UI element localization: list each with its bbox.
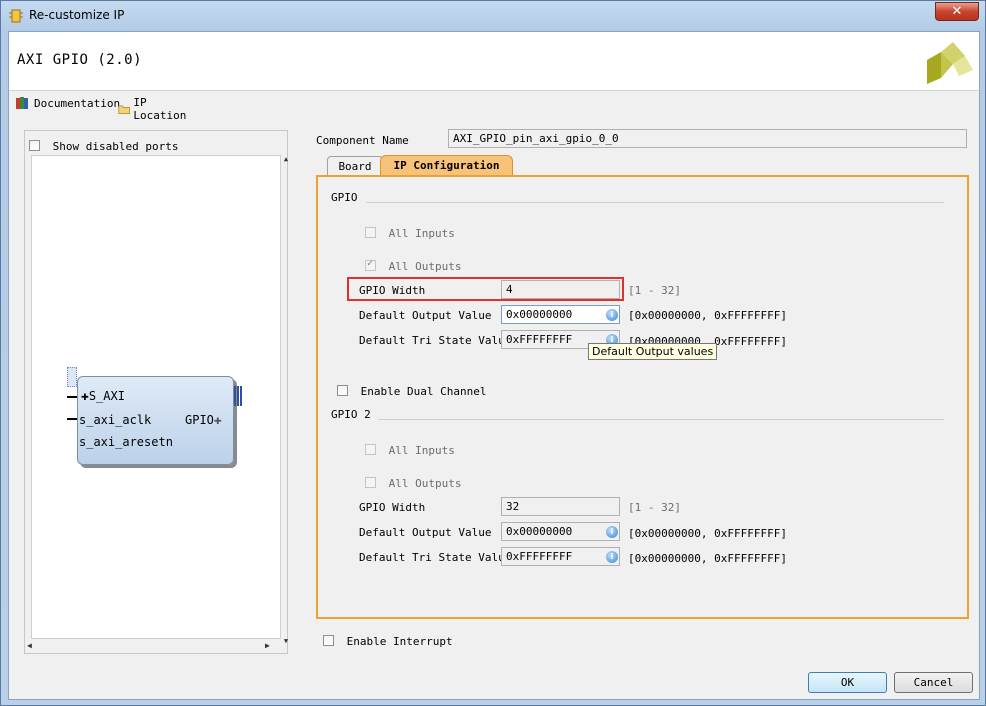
header-band: AXI GPIO (2.0) (9, 32, 979, 91)
ip-location-label: IP Location (133, 96, 187, 122)
all-outputs-checkbox[interactable] (365, 477, 376, 488)
horizontal-scrollbar[interactable]: ◀ ▶ (25, 639, 275, 653)
tooltip: Default Output values (588, 343, 718, 360)
aclk-wire (67, 396, 77, 398)
aresetn-wire (67, 418, 77, 420)
all-outputs-checkbox[interactable]: ✓ (365, 258, 376, 271)
all-inputs-label: All Inputs (388, 444, 455, 457)
gpio2-width-input[interactable]: 32 (501, 497, 620, 516)
gpio-port[interactable]: GPIO✚ (185, 413, 222, 428)
show-disabled-ports-label: Show disabled ports (52, 140, 179, 153)
s-axi-port[interactable]: ✚S_AXI (81, 389, 125, 404)
folder-icon (118, 105, 131, 115)
documentation-link[interactable]: Documentation (15, 96, 120, 110)
ip-chip-icon (9, 9, 23, 23)
default-output-range: [0x00000000, 0xFFFFFFFF] (628, 309, 787, 322)
window-title: Re-customize IP (29, 8, 125, 22)
gpio2-width-range: [1 - 32] (628, 501, 681, 514)
cancel-button[interactable]: Cancel (894, 672, 973, 693)
all-outputs-label: All Outputs (388, 477, 462, 490)
gpio2-default-output-label: Default Output Value (359, 526, 492, 539)
gpio-width-label: GPIO Width (359, 284, 426, 297)
enable-dual-channel-row[interactable]: Enable Dual Channel (337, 380, 486, 399)
enable-interrupt-label: Enable Interrupt (346, 635, 453, 648)
axi-gpio-block[interactable]: ✚S_AXI s_axi_aclk s_axi_aresetn GPIO✚ (77, 376, 234, 465)
documentation-label: Documentation (34, 96, 121, 110)
tri-state-label: Default Tri State Value (359, 334, 512, 347)
scroll-left-icon[interactable]: ◀ (27, 641, 32, 650)
gpio2-default-output-input[interactable]: 0x00000000 (501, 522, 620, 541)
dialog-window: Re-customize IP ✕ AXI GPIO (2.0) Documen… (0, 0, 986, 706)
enable-dual-channel-checkbox[interactable] (337, 385, 348, 396)
xilinx-logo-icon (927, 42, 973, 84)
symbol-canvas[interactable]: ✚S_AXI s_axi_aclk s_axi_aresetn GPIO✚ (31, 155, 281, 639)
gpio-all-outputs-row[interactable]: ✓ All Outputs (365, 255, 462, 274)
info-icon[interactable]: i (606, 551, 618, 563)
aresetn-port-label: s_axi_aresetn (79, 435, 173, 449)
all-inputs-checkbox[interactable] (365, 444, 376, 455)
gpio2-tri-state-input[interactable]: 0xFFFFFFFF (501, 547, 620, 566)
aclk-port-label: s_axi_aclk (79, 413, 152, 427)
tab-board[interactable]: Board (327, 156, 383, 175)
gpio-all-inputs-row[interactable]: All Inputs (365, 222, 455, 241)
gpio2-all-inputs-row[interactable]: All Inputs (365, 439, 455, 458)
scroll-right-icon[interactable]: ▶ (265, 641, 270, 650)
scroll-up-icon[interactable]: ▲ (282, 155, 290, 163)
dialog-client: AXI GPIO (2.0) Documentation IP Location (8, 31, 980, 700)
show-disabled-ports-checkbox[interactable] (29, 140, 40, 151)
ip-configuration-panel: GPIO All Inputs ✓ All Outputs GPIO Width… (316, 175, 969, 619)
tooltip-text: Default Output values (592, 345, 714, 358)
gpio-group-divider (366, 202, 944, 203)
ip-title: AXI GPIO (2.0) (17, 52, 143, 68)
ip-location-link[interactable]: IP Location (118, 96, 190, 122)
gpio-width-range: [1 - 32] (628, 284, 681, 297)
s-axi-port-marker[interactable] (67, 367, 77, 387)
info-icon[interactable]: i (606, 526, 618, 538)
gpio2-group-divider (378, 419, 944, 420)
tab-ip-configuration[interactable]: IP Configuration (380, 155, 513, 175)
all-inputs-checkbox[interactable] (365, 227, 376, 238)
gpio2-tri-state-range: [0x00000000, 0xFFFFFFFF] (628, 552, 787, 565)
checkmark-icon: ✓ (367, 258, 374, 269)
gpio2-width-label: GPIO Width (359, 501, 426, 514)
symbol-panel: Show disabled ports ✚S_AXI s_axi_aclk s_… (24, 130, 288, 654)
enable-dual-channel-label: Enable Dual Channel (360, 385, 487, 398)
plus-icon: ✚ (81, 389, 89, 404)
gpio2-tri-state-label: Default Tri State Value (359, 551, 512, 564)
gpio-group-title: GPIO (331, 191, 358, 204)
vertical-scrollbar[interactable]: ▲ ▼ (282, 155, 290, 645)
all-outputs-label: All Outputs (388, 260, 462, 273)
default-output-label: Default Output Value (359, 309, 492, 322)
component-name-label: Component Name (316, 134, 409, 147)
gpio2-default-output-range: [0x00000000, 0xFFFFFFFF] (628, 527, 787, 540)
default-output-input[interactable]: 0x00000000 (501, 305, 620, 324)
plus-icon: ✚ (213, 413, 222, 428)
close-button[interactable]: ✕ (935, 2, 979, 21)
enable-interrupt-checkbox[interactable] (323, 635, 334, 646)
info-icon[interactable]: i (606, 309, 618, 321)
scroll-down-icon[interactable]: ▼ (282, 637, 290, 645)
ok-button[interactable]: OK (808, 672, 887, 693)
show-disabled-ports-row[interactable]: Show disabled ports (29, 135, 178, 154)
gpio-bus-wire (234, 386, 242, 406)
component-name-input[interactable]: AXI_GPIO_pin_axi_gpio_0_0 (448, 129, 967, 148)
all-inputs-label: All Inputs (388, 227, 455, 240)
books-icon (16, 97, 28, 109)
gpio2-group-title: GPIO 2 (331, 408, 371, 421)
gpio2-all-outputs-row[interactable]: All Outputs (365, 472, 462, 491)
enable-interrupt-row[interactable]: Enable Interrupt (323, 630, 453, 649)
title-bar[interactable]: Re-customize IP ✕ (1, 1, 986, 31)
gpio-width-input[interactable]: 4 (501, 280, 620, 299)
